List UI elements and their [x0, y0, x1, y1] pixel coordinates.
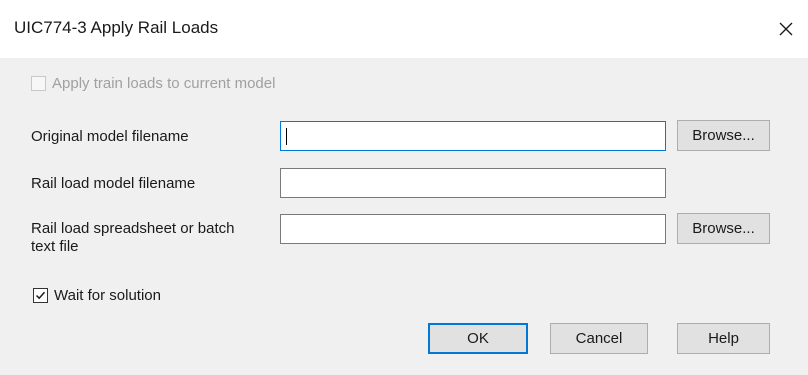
title-bar: UIC774-3 Apply Rail Loads [0, 0, 808, 58]
rail-load-spreadsheet-label-line2: text file [31, 238, 79, 255]
apply-rail-loads-dialog: UIC774-3 Apply Rail Loads Apply train lo… [0, 0, 808, 375]
original-model-label: Original model filename [31, 128, 189, 145]
dialog-title: UIC774-3 Apply Rail Loads [14, 18, 219, 37]
browse-spreadsheet-button[interactable]: Browse... [677, 213, 770, 244]
apply-train-loads-checkbox[interactable] [31, 76, 46, 91]
close-icon [779, 22, 793, 36]
help-button[interactable]: Help [677, 323, 770, 354]
text-caret [286, 128, 287, 145]
apply-train-loads-label: Apply train loads to current model [52, 75, 276, 92]
wait-for-solution-label: Wait for solution [54, 287, 161, 304]
close-button[interactable] [764, 0, 808, 58]
wait-for-solution-checkbox[interactable] [33, 288, 48, 303]
apply-train-loads-row: Apply train loads to current model [31, 75, 275, 92]
rail-load-spreadsheet-field[interactable] [280, 214, 666, 244]
checkmark-icon [35, 291, 46, 300]
ok-button[interactable]: OK [428, 323, 528, 354]
cancel-button[interactable]: Cancel [550, 323, 648, 354]
wait-for-solution-row: Wait for solution [33, 287, 161, 304]
rail-load-model-label: Rail load model filename [31, 175, 196, 192]
original-model-field[interactable] [280, 121, 666, 151]
rail-load-spreadsheet-label-line1: Rail load spreadsheet or batch [31, 220, 235, 237]
rail-load-model-field[interactable] [280, 168, 666, 198]
dialog-body: Apply train loads to current model Origi… [0, 58, 808, 375]
browse-original-model-button[interactable]: Browse... [677, 120, 770, 151]
